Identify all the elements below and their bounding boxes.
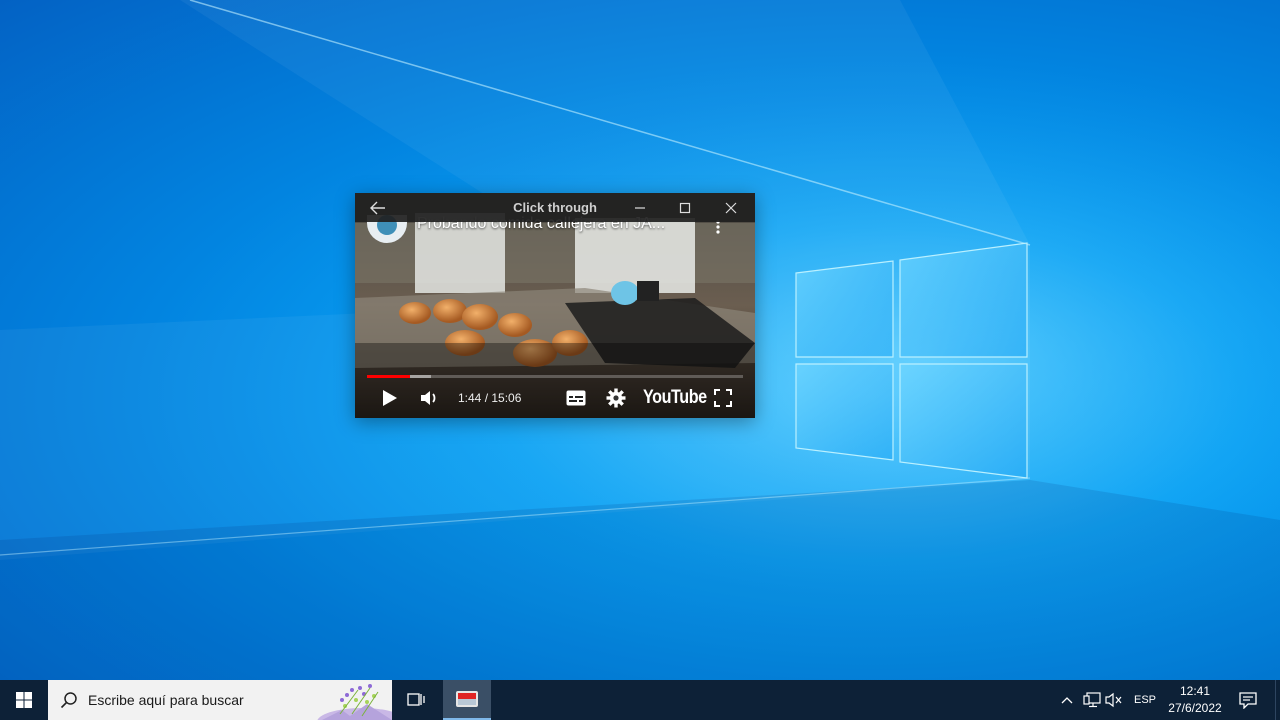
windows-logo-icon <box>16 692 32 708</box>
youtube-logo[interactable]: YouTube <box>643 387 707 409</box>
clock-time: 12:41 <box>1179 684 1211 698</box>
more-options-icon[interactable] <box>713 220 723 234</box>
fullscreen-icon <box>714 389 732 407</box>
volume-muted-button[interactable] <box>1104 680 1124 720</box>
volume-icon <box>421 391 436 405</box>
search-highlight-illustration <box>317 684 392 720</box>
pip-app-icon <box>456 691 478 707</box>
start-button[interactable] <box>0 680 48 720</box>
taskbar-search[interactable] <box>48 680 392 720</box>
close-button[interactable] <box>708 193 754 222</box>
maximize-icon <box>679 202 691 213</box>
play-icon <box>383 390 397 406</box>
show-desktop-button[interactable] <box>1275 680 1280 720</box>
input-language[interactable]: ESP <box>1128 680 1162 720</box>
search-input[interactable] <box>88 680 318 720</box>
progress-bar[interactable] <box>367 375 743 378</box>
video-controls: 1:44 / 15:06 YouTube <box>355 383 755 418</box>
volume-button[interactable] <box>415 383 445 413</box>
subtitles-button[interactable] <box>561 383 591 413</box>
taskbar-clock[interactable]: 12:41 27/6/2022 <box>1164 683 1226 717</box>
show-hidden-icons-button[interactable] <box>1057 680 1077 720</box>
action-center-button[interactable] <box>1232 680 1264 720</box>
subtitles-icon <box>566 390 586 406</box>
notification-icon <box>1239 692 1257 709</box>
search-icon <box>60 692 77 709</box>
minimize-button[interactable] <box>617 193 663 222</box>
close-icon <box>725 202 737 213</box>
chevron-up-icon <box>1061 697 1073 704</box>
clock-date: 27/6/2022 <box>1168 701 1222 715</box>
network-icon <box>1083 692 1101 708</box>
gear-icon <box>606 388 626 408</box>
taskbar-app-pip-player[interactable] <box>443 680 491 720</box>
pip-titlebar[interactable]: Click through <box>355 193 755 222</box>
time-display: 1:44 / 15:06 <box>458 391 522 405</box>
task-view-icon <box>407 693 425 706</box>
minimize-icon <box>635 206 645 209</box>
play-button[interactable] <box>375 383 405 413</box>
taskbar: ESP 12:41 27/6/2022 <box>0 680 1280 720</box>
video-pip-window[interactable]: Probando comida callejera en JA... Click… <box>355 193 755 418</box>
settings-button[interactable] <box>601 383 631 413</box>
task-view-button[interactable] <box>392 680 440 720</box>
maximize-button[interactable] <box>662 193 708 222</box>
volume-muted-icon <box>1105 692 1122 708</box>
fullscreen-button[interactable] <box>708 383 738 413</box>
progress-fill <box>367 375 411 378</box>
network-button[interactable] <box>1081 680 1103 720</box>
